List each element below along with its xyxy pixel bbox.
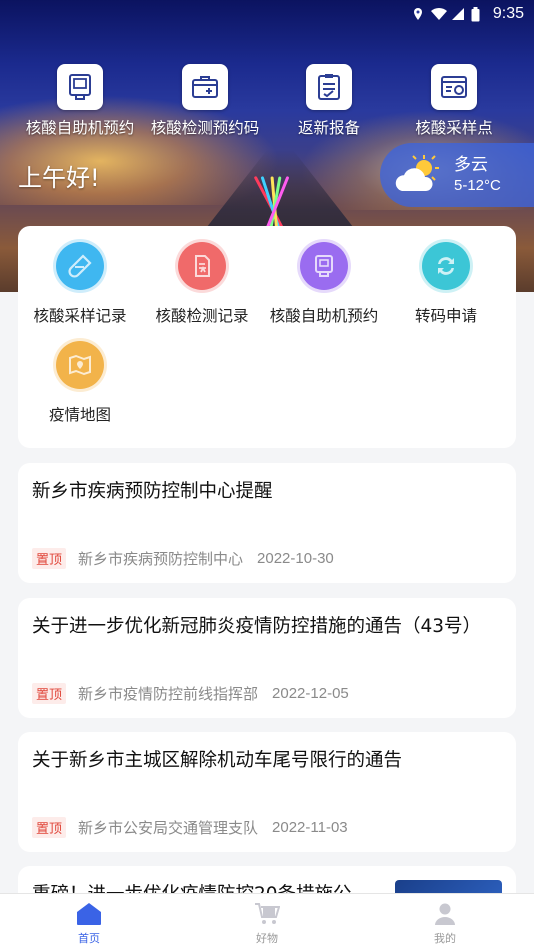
- cart-icon: [254, 902, 280, 926]
- quick-action-return-report[interactable]: 返新报备: [264, 64, 394, 138]
- bottom-tab-bar: 首页 好物 我的: [0, 893, 534, 950]
- location-icon: [411, 7, 425, 21]
- weather-widget[interactable]: 多云 5-12°C: [380, 143, 534, 207]
- tab-label: 好物: [256, 932, 278, 945]
- service-sampling-records[interactable]: 核酸采样记录: [18, 239, 142, 326]
- tab-profile[interactable]: 我的: [356, 894, 534, 950]
- news-title: 关于进一步优化新冠肺炎疫情防控措施的通告（43号）: [32, 616, 482, 637]
- location-card-icon: [431, 64, 477, 110]
- news-item[interactable]: 关于新乡市主城区解除机动车尾号限行的通告 置顶 新乡市公安局交通管理支队 202…: [18, 732, 516, 852]
- news-source: 新乡市公安局交通管理支队: [78, 819, 259, 837]
- service-kiosk-booking[interactable]: 核酸自助机预约: [262, 239, 386, 326]
- news-date: 2022-10-30: [257, 550, 334, 567]
- pinned-badge: 置顶: [32, 683, 67, 704]
- partly-cloudy-icon: [392, 153, 442, 197]
- tab-label: 首页: [78, 932, 100, 945]
- weather-condition: 多云: [454, 155, 488, 175]
- tab-home[interactable]: 首页: [0, 894, 178, 950]
- quick-action-kiosk-booking[interactable]: 核酸自助机预约: [15, 64, 145, 138]
- status-bar: 9:35: [411, 3, 524, 25]
- pinned-badge: 置顶: [32, 548, 67, 569]
- greeting-text: 上午好!: [18, 164, 100, 192]
- news-date: 2022-11-03: [272, 819, 348, 836]
- quick-action-sampling-site[interactable]: 核酸采样点: [389, 64, 519, 138]
- wifi-icon: [430, 7, 447, 21]
- tab-label: 我的: [434, 932, 456, 945]
- service-code-transfer[interactable]: 转码申请: [384, 239, 508, 326]
- status-time: 9:35: [492, 5, 524, 22]
- document-icon: [175, 239, 229, 293]
- kiosk-icon: [57, 64, 103, 110]
- refresh-icon: [419, 239, 473, 293]
- news-title: 新乡市疾病预防控制中心提醒: [32, 481, 273, 502]
- news-source: 新乡市疫情防控前线指挥部: [78, 685, 259, 703]
- weather-temperature: 5-12°C: [454, 177, 501, 194]
- map-icon: [53, 338, 107, 392]
- tab-goods[interactable]: 好物: [178, 894, 356, 950]
- pinned-badge: 置顶: [32, 817, 67, 838]
- news-item[interactable]: 关于进一步优化新冠肺炎疫情防控措施的通告（43号） 置顶 新乡市疫情防控前线指挥…: [18, 598, 516, 718]
- battery-icon: [471, 7, 485, 22]
- home-icon: [76, 902, 102, 926]
- clipboard-check-icon: [306, 64, 352, 110]
- service-test-records[interactable]: 核酸检测记录: [140, 239, 264, 326]
- news-title: 关于新乡市主城区解除机动车尾号限行的通告: [32, 750, 403, 771]
- kiosk-icon: [297, 239, 351, 293]
- service-grid: 核酸采样记录 核酸检测记录 核酸自助机预约 转码申请 疫情地图: [18, 226, 516, 448]
- test-tube-icon: [53, 239, 107, 293]
- signal-icon: [451, 7, 465, 21]
- medkit-icon: [182, 64, 228, 110]
- news-source: 新乡市疾病预防控制中心: [78, 550, 244, 568]
- news-item[interactable]: 新乡市疾病预防控制中心提醒 置顶 新乡市疾病预防控制中心 2022-10-30: [18, 463, 516, 583]
- quick-action-test-code[interactable]: 核酸检测预约码: [140, 64, 270, 138]
- service-epidemic-map[interactable]: 疫情地图: [18, 338, 142, 425]
- news-date: 2022-12-05: [272, 685, 349, 702]
- user-icon: [432, 902, 458, 926]
